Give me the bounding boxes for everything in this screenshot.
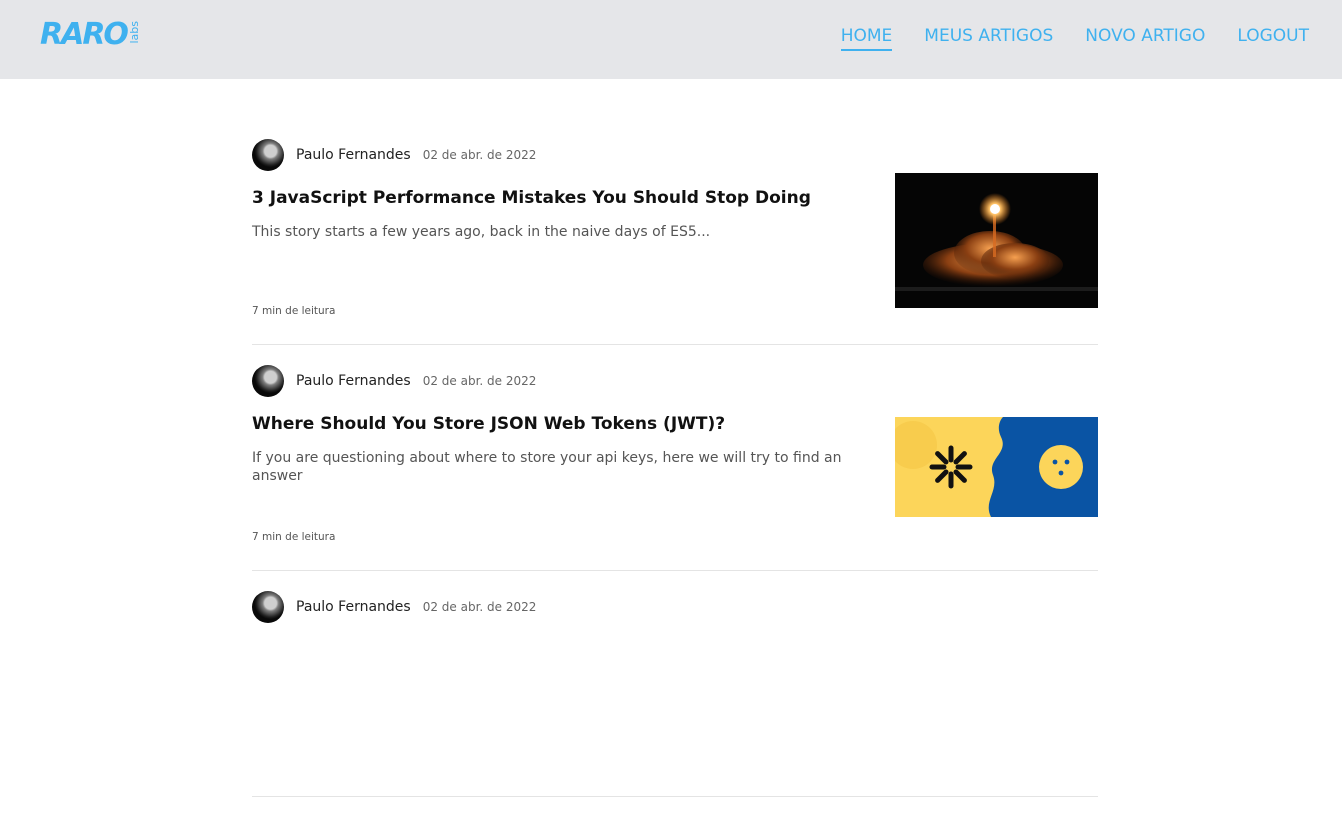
article-card[interactable]: Paulo Fernandes 02 de abr. de 2022 Where… — [252, 365, 1098, 571]
article-feed: Paulo Fernandes 02 de abr. de 2022 3 Jav… — [252, 139, 1098, 817]
nav-logout[interactable]: LOGOUT — [1237, 26, 1309, 51]
article-title[interactable]: Where Should You Store JSON Web Tokens (… — [252, 413, 872, 435]
raro-labs-logo[interactable]: RARO labs — [40, 18, 141, 58]
article-excerpt: This story starts a few years ago, back … — [252, 224, 711, 240]
author-name[interactable]: Paulo Fernandes — [296, 147, 411, 163]
nav-novo-artigo[interactable]: NOVO ARTIGO — [1085, 26, 1205, 51]
article-thumbnail[interactable] — [895, 173, 1098, 308]
author-avatar[interactable] — [252, 365, 284, 397]
logo-wordmark: RARO — [40, 17, 129, 52]
author-avatar[interactable] — [252, 591, 284, 623]
main-nav: HOME MEUS ARTIGOS NOVO ARTIGO LOGOUT — [809, 26, 1309, 51]
rocket-launch-image — [895, 173, 1098, 308]
publish-date: 02 de abr. de 2022 — [422, 148, 537, 162]
logo-subtext: labs — [127, 21, 141, 44]
article-title[interactable]: 3 JavaScript Performance Mistakes You Sh… — [252, 187, 872, 209]
article-meta: Paulo Fernandes 02 de abr. de 2022 — [252, 139, 536, 171]
article-thumbnail[interactable] — [895, 417, 1098, 517]
reading-time: 7 min de leitura — [252, 305, 336, 317]
publish-date: 02 de abr. de 2022 — [422, 374, 537, 388]
author-name[interactable]: Paulo Fernandes — [296, 373, 411, 389]
article-card[interactable]: Paulo Fernandes 02 de abr. de 2022 — [252, 591, 1098, 797]
app-header: RARO labs HOME MEUS ARTIGOS NOVO ARTIGO … — [0, 0, 1342, 79]
author-avatar[interactable] — [252, 139, 284, 171]
nav-meus-artigos[interactable]: MEUS ARTIGOS — [924, 26, 1053, 51]
reading-time: 7 min de leitura — [252, 531, 336, 543]
article-card[interactable]: Paulo Fernandes 02 de abr. de 2022 3 Jav… — [252, 139, 1098, 345]
jwt-illustration-image — [895, 417, 1098, 517]
article-excerpt: If you are questioning about where to st… — [252, 450, 842, 484]
author-name[interactable]: Paulo Fernandes — [296, 599, 411, 615]
article-meta: Paulo Fernandes 02 de abr. de 2022 — [252, 591, 536, 623]
publish-date: 02 de abr. de 2022 — [422, 600, 537, 614]
article-meta: Paulo Fernandes 02 de abr. de 2022 — [252, 365, 536, 397]
nav-home[interactable]: HOME — [840, 26, 893, 51]
